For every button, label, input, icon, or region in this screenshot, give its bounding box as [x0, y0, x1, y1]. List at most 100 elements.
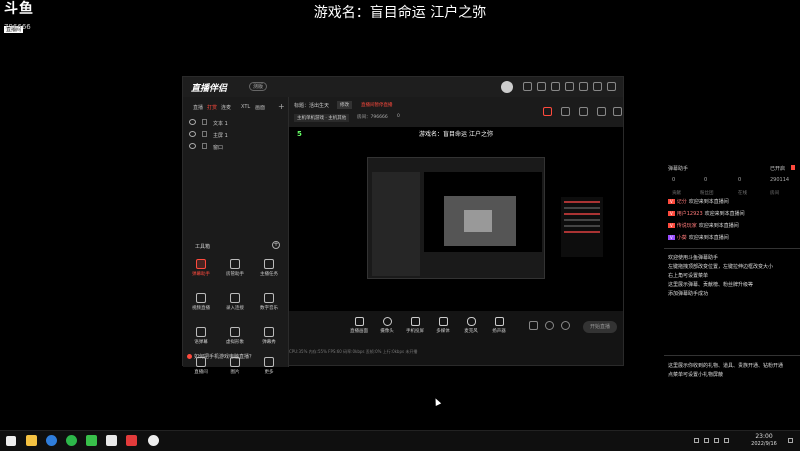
chat-line	[564, 213, 600, 215]
share-icon[interactable]	[613, 107, 622, 116]
scene-item[interactable]: 主屏 1	[189, 131, 228, 141]
stream-info-bar: 标题：活出生天 修改 直播间暂停直播 主机单机游戏 · 主机其他 房间：7966…	[289, 97, 623, 127]
notification-icon[interactable]	[788, 438, 793, 443]
play-icon	[438, 317, 448, 326]
tab-reward[interactable]: 打赏	[207, 104, 217, 111]
stat-value: 290114	[770, 177, 790, 183]
music-icon	[264, 293, 274, 303]
mouse-cursor	[432, 397, 442, 406]
add-tab-icon[interactable]: +	[278, 102, 285, 111]
lock-icon[interactable]	[202, 143, 207, 149]
more-icon	[264, 357, 274, 367]
media-button[interactable]: 多媒体	[429, 317, 457, 334]
gift-icon[interactable]	[537, 82, 546, 91]
video-icon[interactable]	[529, 321, 538, 330]
help-text: 点菜单可设置小礼物屏蔽	[668, 372, 724, 378]
stat-label: 房间	[770, 191, 779, 196]
app-name: 直播伴侣	[191, 84, 228, 94]
edit-title-button[interactable]: 修改	[337, 101, 352, 109]
user-avatar[interactable]	[501, 81, 513, 93]
camera-button[interactable]: 摄像头	[373, 317, 401, 334]
maximize-icon[interactable]	[593, 82, 602, 91]
chat-line	[564, 201, 600, 203]
eye-icon[interactable]	[189, 131, 196, 137]
close-icon[interactable]	[607, 82, 616, 91]
speaker-icon	[494, 317, 504, 326]
lock-icon[interactable]	[202, 119, 207, 125]
eye-icon[interactable]	[189, 119, 196, 125]
lock-icon[interactable]	[561, 107, 570, 116]
scene-label: 文本 1	[213, 121, 228, 127]
room-id: 796666	[4, 23, 31, 31]
speaker-button[interactable]: 扬声器	[485, 317, 513, 334]
danmu-panel-title: 弹幕助手	[668, 166, 689, 172]
stat-label: 粉丝团	[700, 191, 714, 196]
streaming-app-icon[interactable]	[126, 435, 137, 446]
eye-icon[interactable]	[189, 143, 196, 149]
tool-tasks[interactable]: 主播任务	[253, 259, 285, 277]
help-text: 这里展示你收到的礼物、道具、贵族开通、钻粉开通	[668, 363, 784, 369]
record-icon[interactable]	[543, 107, 552, 116]
tool-video[interactable]: 视频直播	[185, 293, 217, 311]
menu-icon[interactable]	[565, 82, 574, 91]
volume-icon[interactable]	[714, 438, 719, 443]
stream-preview[interactable]: 5 游戏名：盲目命运 江户之弥	[289, 127, 623, 311]
help-tip[interactable]: 如何把手机游戏电脑直播？	[187, 353, 254, 360]
tool-voice[interactable]: 语弹幕	[185, 327, 217, 345]
gear-icon[interactable]	[561, 321, 570, 330]
settings-icon[interactable]	[551, 82, 560, 91]
app-icon[interactable]	[148, 435, 159, 446]
tab-live[interactable]: 直播	[193, 104, 203, 111]
stat-label: 在线	[738, 191, 747, 196]
tool-avatar[interactable]: 虚拟形象	[219, 327, 251, 345]
record-toggle-icon[interactable]	[545, 321, 554, 330]
wechat-icon[interactable]	[86, 435, 97, 446]
tray-icon[interactable]	[694, 438, 699, 443]
lock-icon[interactable]	[202, 131, 207, 137]
message-icon[interactable]	[523, 82, 532, 91]
tool-danmu[interactable]: 弹幕助手	[185, 259, 217, 277]
app-icon[interactable]	[66, 435, 77, 446]
tool-room-manager[interactable]: 房管助手	[219, 259, 251, 277]
scene-item[interactable]: 文本 1	[189, 119, 228, 129]
chat-message: V 记分 欢迎来到本直播间	[668, 199, 729, 205]
stat-value: 0	[704, 177, 708, 183]
tray-icon[interactable]	[724, 438, 729, 443]
scene-label: 窗口	[213, 145, 224, 151]
tool-more[interactable]: 更多	[253, 357, 285, 375]
category-selector[interactable]: 主机单机游戏 · 主机其他	[294, 114, 350, 122]
app-icon[interactable]	[106, 435, 117, 446]
stat-value: 0	[672, 177, 676, 183]
tab-scene[interactable]: 画面	[255, 104, 265, 111]
screen-capture-button[interactable]: 直播画面	[345, 317, 373, 334]
windows-start-icon[interactable]	[6, 436, 16, 446]
divider	[664, 248, 800, 249]
help-text: 添加弹幕助手成功	[668, 291, 709, 297]
network-icon[interactable]	[704, 438, 709, 443]
status-bar: CPU:35% 内存:55% FPS:60 码率:0kbps 丢帧:0% 上行:…	[289, 349, 418, 354]
bell-icon[interactable]	[597, 107, 606, 116]
chat-line	[564, 231, 600, 233]
screenshot-icon[interactable]	[579, 107, 588, 116]
nested-preview-core	[464, 210, 492, 232]
monitor-icon	[354, 317, 364, 326]
tab-xtl[interactable]: XTL	[241, 104, 250, 110]
file-explorer-icon[interactable]	[26, 435, 37, 446]
viewer-count: 0	[397, 114, 400, 119]
tool-music[interactable]: 数字音乐	[253, 293, 285, 311]
user-icon	[230, 259, 240, 269]
lock-icon[interactable]	[791, 165, 795, 170]
clock-time[interactable]: 23:00	[744, 433, 784, 440]
edge-browser-icon[interactable]	[46, 435, 57, 446]
scene-item[interactable]: 窗口	[189, 143, 223, 153]
toolbox-add-icon[interactable]: +	[272, 241, 280, 249]
go-live-button[interactable]: 开始直播	[583, 321, 617, 333]
tool-danmu-show[interactable]: 弹幕秀	[253, 327, 285, 345]
microphone-button[interactable]: 麦克风	[457, 317, 485, 334]
tool-connect[interactable]: 录入连接	[219, 293, 251, 311]
version-badge[interactable]: 测版	[249, 82, 268, 91]
phone-cast-button[interactable]: 手机投屏	[401, 317, 429, 334]
minimize-icon[interactable]	[579, 82, 588, 91]
tab-link[interactable]: 连麦	[221, 104, 231, 111]
clock-date[interactable]: 2022/9/16	[744, 441, 784, 447]
